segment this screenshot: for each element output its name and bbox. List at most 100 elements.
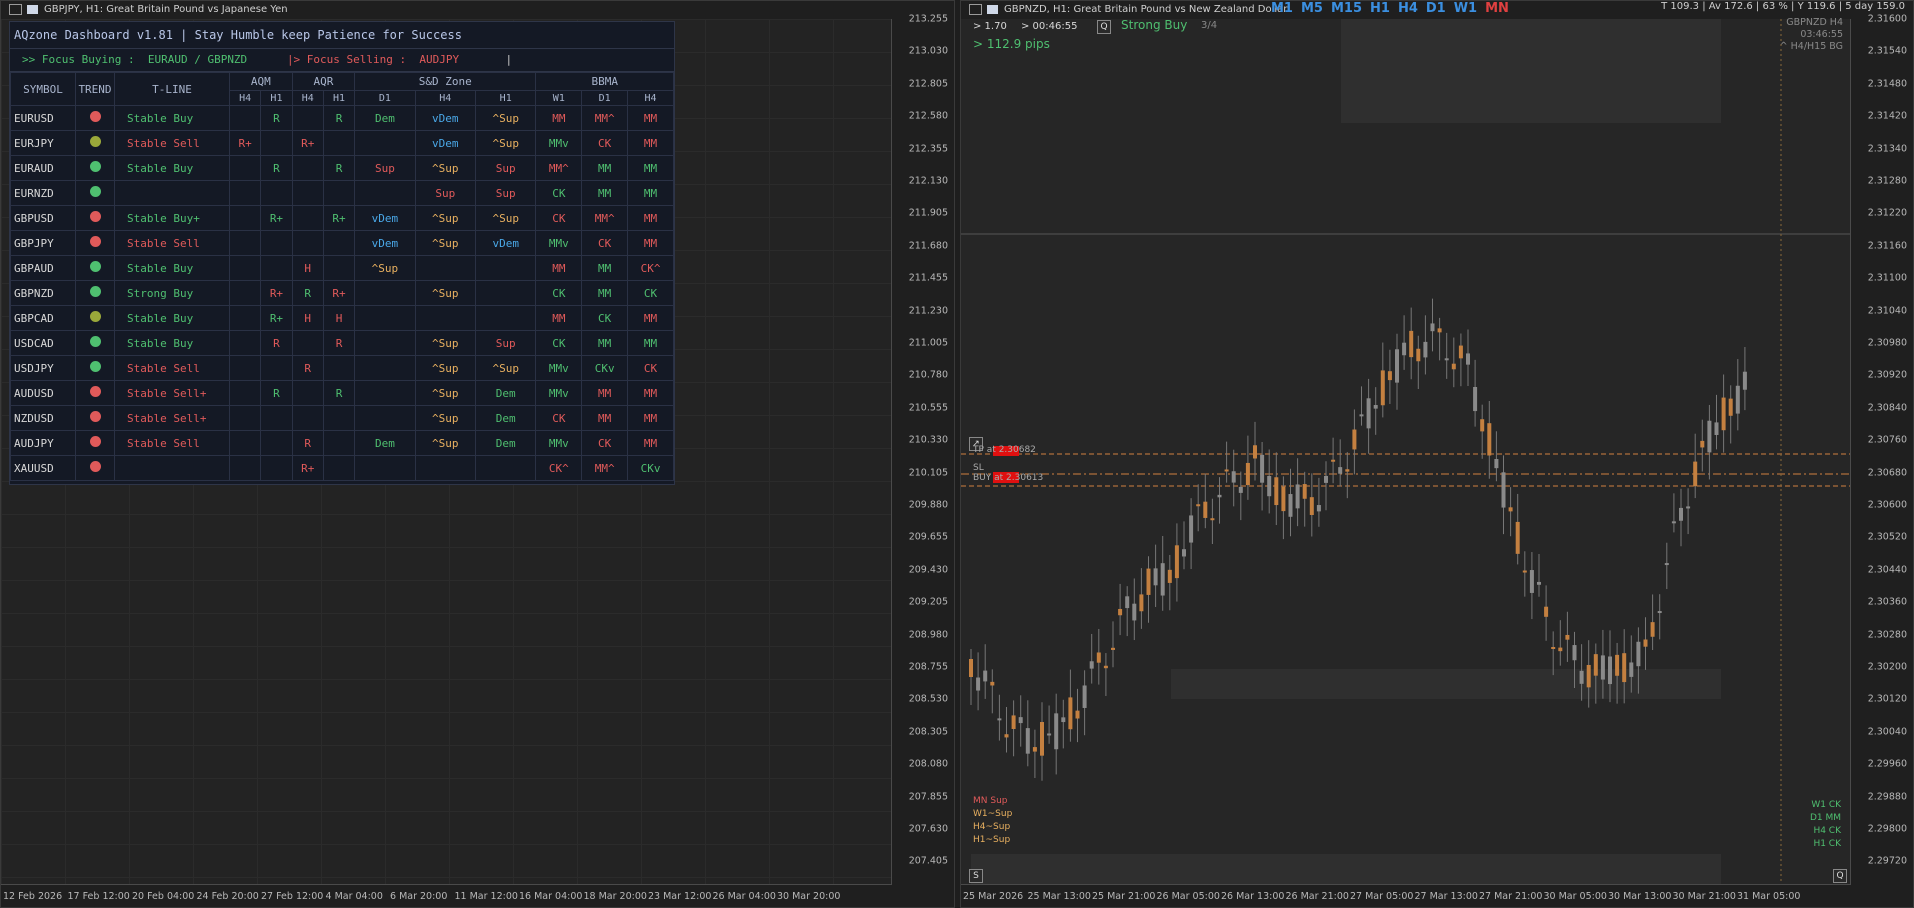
table-row[interactable]: AUDUSD Stable Sell+ R R ^Sup Dem MMv MM MM [10,380,674,406]
tline-cell: Stable Buy [114,155,230,181]
trend-cell [75,155,115,181]
timeframe-d1[interactable]: D1 [1426,1,1446,16]
left-price-scale[interactable]: 213.255 213.030 212.805 212.580 212.355 212.1… [891,14,954,885]
signal-cell: CK [535,280,583,306]
timeframe-m15[interactable]: M15 [1331,1,1362,16]
table-row[interactable]: EURJPY Stable Sell R+ R+ vDem ^Sup MMv CK MM [10,130,674,156]
table-row[interactable]: GBPNZD Strong Buy R+ R R+ ^Sup CK MM CK [10,280,674,306]
dashboard-title: AQzone Dashboard v1.81 | Stay Humble kee… [10,22,674,49]
candle-body [1302,484,1307,499]
right-time-scale[interactable]: 25 Mar 2026 25 Mar 13:00 25 Mar 21:00 26 Ma… [961,884,1851,907]
signal-cell: MM [627,105,674,131]
signal-cell: ^Sup [414,355,477,381]
candle-body [1473,386,1478,412]
candle-body [1189,515,1194,543]
symbol-cell: EURAUD [10,155,76,181]
candle-body [1636,641,1641,667]
candle-body [1629,662,1634,677]
time-tick-label: 26 Mar 05:00 [1156,891,1220,902]
subheader-cell: H4 [291,90,324,106]
candle-body [1125,596,1130,609]
price-tick-label: 213.030 [908,45,948,57]
signal-cell: ^Sup [414,155,477,181]
candle-body [1444,358,1449,361]
candle-body [1132,603,1137,621]
candle-body [1153,568,1158,586]
stats-readout: T 109.3 | Av 172.6 | 63 % | Y 119.6 | 5 … [1661,1,1905,12]
table-row[interactable]: GBPCAD Stable Buy R+ H H MM CK MM [10,305,674,331]
trend-dot-icon [89,411,101,422]
q-button[interactable]: Q [1097,20,1111,34]
table-row[interactable]: USDJPY Stable Sell R ^Sup ^Sup MMv CKv CK [10,355,674,381]
right-chart-canvas[interactable] [961,19,1853,887]
candle-body [1742,371,1747,390]
timer-readout: > 00:46:55 [1021,21,1078,32]
candle-body [1600,655,1605,680]
timeframe-m1[interactable]: M1 [1271,1,1293,16]
grid-icon[interactable] [969,3,982,15]
trend-dot-icon [89,461,101,472]
s-button[interactable]: S [969,869,983,883]
table-row[interactable]: GBPJPY Stable Sell vDem ^Sup vDem MMv CK MM [10,230,674,256]
grid-icon[interactable] [9,3,22,15]
candle-body [1522,570,1527,573]
candle-body [1544,606,1549,617]
timeframe-w1[interactable]: W1 [1454,1,1477,16]
timeframe-h4[interactable]: H4 [1398,1,1418,16]
symbol-cell: GBPUSD [10,205,76,231]
bbma-note: H4 CK [1813,826,1841,836]
candle-body [1572,645,1577,661]
signal-cell [474,455,537,481]
candle-body [1494,459,1499,469]
price-tick-label: 2.31540 [1867,45,1907,57]
symbol-cell: AUDUSD [10,380,76,406]
signal-cell: CKv [581,355,629,381]
price-tick-label: 212.355 [908,143,948,155]
timeframe-mn[interactable]: MN [1485,1,1509,16]
signal-cell: ^Sup [414,280,477,306]
right-price-scale[interactable]: 2.31600 2.31540 2.31480 2.31420 2.31340 2.312… [1850,14,1913,885]
candle-body [1650,622,1655,637]
table-row[interactable]: EURUSD Stable Buy R R Dem vDem ^Sup MM MM^ MM [10,105,674,131]
candle-body [1331,459,1336,462]
price-tick-label: 209.880 [908,499,948,511]
table-row[interactable]: EURNZD Sup Sup CK MM MM [10,180,674,206]
candle-body [1671,521,1676,524]
q-bottom-button[interactable]: Q [1833,869,1847,883]
signal-cell: MM [627,330,674,356]
timeframe-h1[interactable]: H1 [1370,1,1390,16]
focus-selling-value: AUDJPY [419,53,460,66]
signal-cell: ^Sup [474,355,537,381]
candle-body [1068,697,1073,730]
signal-cell: H [291,305,324,331]
table-row[interactable]: GBPAUD Stable Buy H ^Sup MM MM CK^ [10,255,674,281]
table-row[interactable]: USDCAD Stable Buy R R ^Sup Sup CK MM MM [10,330,674,356]
signal-cell: MM [581,180,629,206]
candle-body [1061,717,1066,723]
signal-cell [291,405,324,431]
trend-dot-icon [89,311,101,322]
table-row[interactable]: AUDJPY Stable Sell R Dem ^Sup Dem MMv CK MM [10,430,674,456]
table-row[interactable]: XAUUSD R+ CK^ MM^ CKv [10,455,674,481]
trend-dot-icon [89,236,101,247]
signal-cell: CK [535,180,583,206]
signal-cell [322,355,356,381]
table-row[interactable]: NZDUSD Stable Sell+ ^Sup Dem CK MM MM [10,405,674,431]
price-tick-label: 2.31280 [1867,175,1907,187]
signal-cell: CK^ [627,255,674,281]
table-row[interactable]: EURAUD Stable Buy R R Sup ^Sup Sup MM^ MM MM [10,155,674,181]
candle-body [1693,461,1698,487]
signal-cell [354,380,416,406]
candle-body [1586,664,1591,688]
tline-cell: Stable Buy [114,105,230,131]
signal-cell: MM [627,405,674,431]
timeframe-m5[interactable]: M5 [1301,1,1323,16]
price-tick-label: 2.30120 [1867,693,1907,705]
candle-body [1231,471,1236,483]
left-time-scale[interactable]: 12 Feb 2026 17 Feb 12:00 20 Feb 04:00 24 Fe… [1,884,892,907]
price-tick-label: 210.780 [908,369,948,381]
table-row[interactable]: GBPUSD Stable Buy+ R+ R+ vDem ^Sup ^Sup CK MM^ MM [10,205,674,231]
signal-cell: MMv [535,230,583,256]
signal-cell: R+ [322,280,356,306]
candle-body [1182,549,1186,557]
